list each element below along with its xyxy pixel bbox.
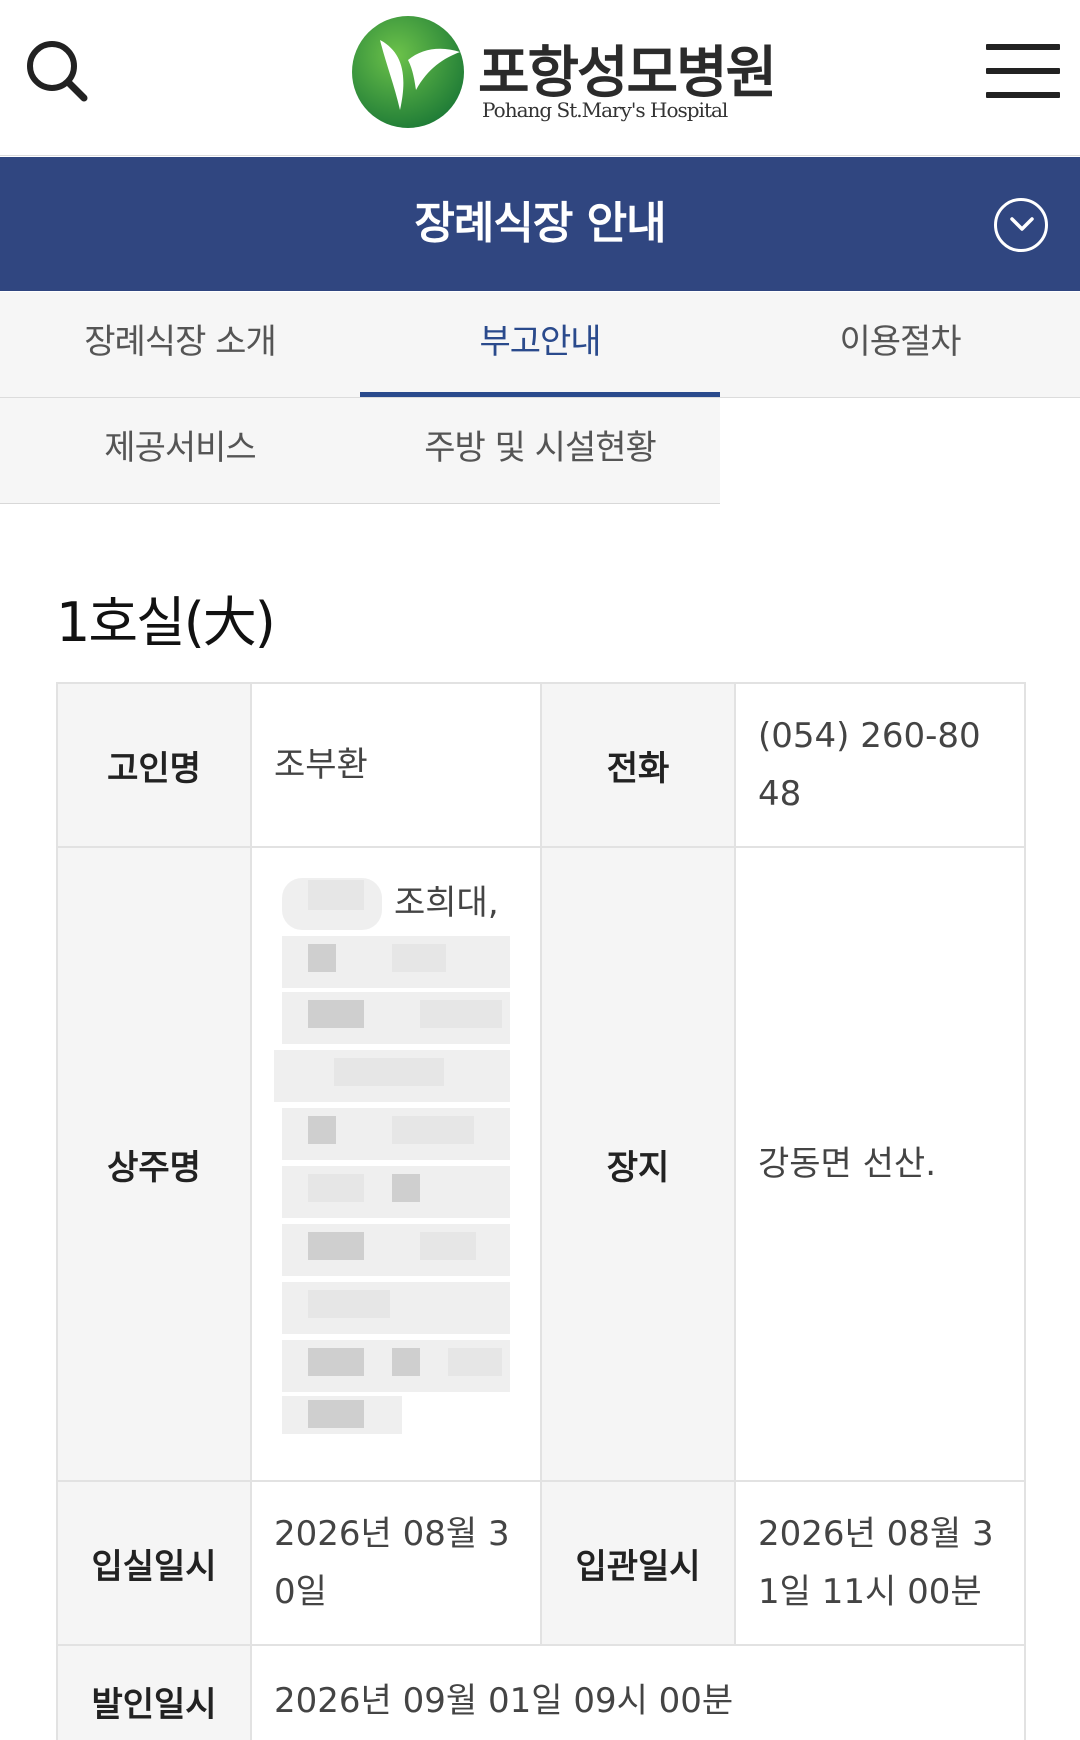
checkin-label: 입실일시	[56, 1480, 252, 1646]
blurred-mourner-names: 조희대,	[274, 874, 510, 1434]
chief-mourner-visible-text: 조희대,	[394, 883, 499, 923]
table-row: 고인명 조부환 전화 (054) 260-8048	[56, 682, 1026, 848]
tab-procedure[interactable]: 이용절차	[720, 292, 1080, 397]
deceased-label: 고인명	[56, 682, 252, 848]
checkin-value: 2026년 08월 30일	[250, 1480, 542, 1646]
chief-mourner-value: 조희대,	[250, 846, 542, 1482]
departure-value: 2026년 09월 01일 09시 00분	[250, 1644, 1026, 1740]
table-row: 발인일시 2026년 09월 01일 09시 00분	[56, 1644, 1026, 1740]
deceased-value: 조부환	[250, 682, 542, 848]
section-title: 장례식장 안내	[414, 198, 666, 249]
app-header: 포항성모병원 Pohang St.Mary's Hospital	[0, 0, 1080, 156]
tab-funeral-intro[interactable]: 장례식장 소개	[0, 292, 360, 397]
table-row: 상주명 조희대, 장지 강동면 선산.	[56, 846, 1026, 1482]
phone-value[interactable]: (054) 260-8048	[734, 682, 1026, 848]
tab-kitchen-facilities[interactable]: 주방 및 시설현황	[360, 398, 720, 503]
departure-label: 발인일시	[56, 1644, 252, 1740]
sub-navigation-tabs: 장례식장 소개 부고안내 이용절차 제공서비스 주방 및 시설현황	[0, 292, 1080, 504]
burial-label: 장지	[540, 846, 736, 1482]
room-title: 1호실(大)	[56, 591, 276, 654]
tab-row-filler	[720, 398, 1080, 504]
search-icon[interactable]	[22, 36, 92, 106]
logo-mark-icon	[352, 16, 464, 128]
phone-label: 전화	[540, 682, 736, 848]
chevron-down-circle-icon[interactable]	[994, 198, 1048, 252]
hamburger-menu-icon[interactable]	[986, 44, 1060, 100]
section-title-bar: 장례식장 안내	[0, 157, 1080, 291]
burial-value: 강동면 선산.	[734, 846, 1026, 1482]
table-row: 입실일시 2026년 08월 30일 입관일시 2026년 08월 31일 11…	[56, 1480, 1026, 1646]
obituary-table: 고인명 조부환 전화 (054) 260-8048 상주명 조희대, 장지 강동…	[56, 682, 1026, 1740]
logo-korean-text: 포항성모병원	[478, 41, 777, 106]
tab-obituary[interactable]: 부고안내	[360, 292, 720, 397]
tab-services[interactable]: 제공서비스	[0, 398, 360, 503]
coffin-label: 입관일시	[540, 1480, 736, 1646]
hospital-logo[interactable]: 포항성모병원 Pohang St.Mary's Hospital	[350, 12, 777, 132]
coffin-value: 2026년 08월 31일 11시 00분	[734, 1480, 1026, 1646]
chief-mourner-label: 상주명	[56, 846, 252, 1482]
logo-english-text: Pohang St.Mary's Hospital	[482, 98, 728, 122]
